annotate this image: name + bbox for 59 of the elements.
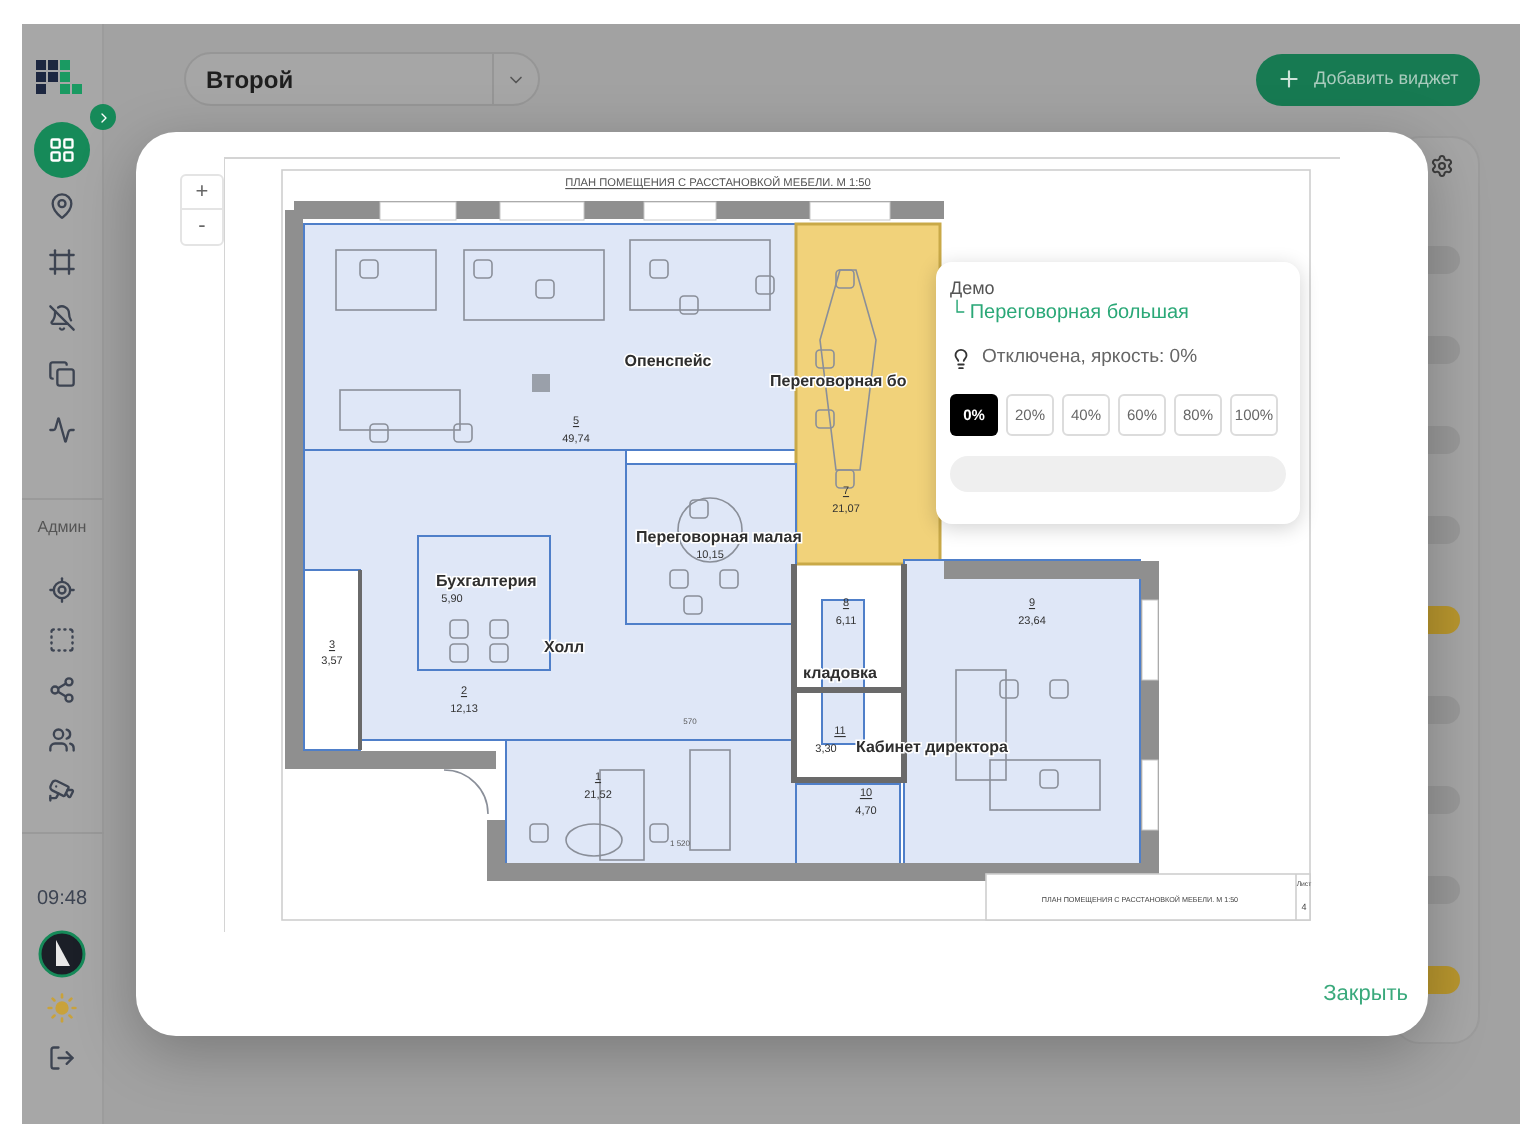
frame-icon bbox=[48, 248, 76, 276]
coffee-table bbox=[565, 823, 623, 857]
chair bbox=[815, 409, 835, 429]
chart-line-icon bbox=[48, 416, 76, 444]
chair bbox=[473, 259, 493, 279]
desk bbox=[339, 389, 461, 431]
chair bbox=[835, 269, 855, 289]
window bbox=[499, 201, 585, 221]
column bbox=[532, 374, 550, 392]
zoom-in-button[interactable]: + bbox=[182, 176, 222, 210]
window bbox=[809, 201, 891, 221]
grid-icon bbox=[48, 136, 76, 164]
status-text: Отключена, яркость: 0% bbox=[982, 344, 1198, 372]
chair bbox=[649, 823, 669, 843]
window bbox=[643, 201, 717, 221]
chair bbox=[755, 275, 775, 295]
chair bbox=[1039, 769, 1059, 789]
desk bbox=[335, 249, 437, 311]
window bbox=[379, 201, 457, 221]
desk bbox=[463, 249, 605, 321]
admin-label: Админ bbox=[37, 516, 87, 540]
settings-icon[interactable] bbox=[1430, 154, 1454, 178]
logout-icon[interactable] bbox=[48, 1044, 76, 1072]
chair bbox=[453, 423, 473, 443]
lightbulb-icon bbox=[950, 347, 972, 370]
copy-icon bbox=[48, 360, 76, 388]
desk bbox=[629, 239, 771, 311]
bell-off-icon bbox=[48, 304, 76, 332]
chair bbox=[835, 469, 855, 489]
clock-time: 09:48 bbox=[36, 886, 88, 914]
group-label: Демо bbox=[950, 276, 997, 299]
chair bbox=[369, 423, 389, 443]
plus-icon bbox=[1276, 66, 1302, 92]
desk bbox=[689, 749, 731, 851]
room-name: Опенспейс bbox=[624, 352, 712, 370]
chair bbox=[1049, 679, 1069, 699]
floor-dropdown[interactable]: Второй bbox=[184, 52, 540, 106]
map-pin-icon bbox=[48, 192, 76, 220]
window bbox=[1141, 759, 1159, 831]
door-swing bbox=[443, 769, 489, 815]
avatar-icon[interactable] bbox=[38, 930, 86, 978]
room-area[interactable] bbox=[625, 463, 797, 625]
logo-icon bbox=[36, 60, 88, 96]
hub-icon[interactable] bbox=[48, 676, 76, 704]
camera-icon[interactable] bbox=[48, 776, 76, 804]
pin-icon[interactable] bbox=[48, 576, 76, 604]
nav-item[interactable] bbox=[34, 122, 90, 178]
room-name: Бухгалтерия bbox=[436, 572, 537, 590]
zoom-out-button[interactable]: - bbox=[182, 210, 222, 244]
chair bbox=[689, 499, 709, 519]
chair bbox=[815, 349, 835, 369]
chair bbox=[359, 259, 379, 279]
chair bbox=[999, 679, 1019, 699]
window bbox=[1141, 599, 1159, 681]
users-icon[interactable] bbox=[48, 726, 76, 754]
chair bbox=[535, 279, 555, 299]
chair bbox=[529, 823, 549, 843]
expand-button[interactable] bbox=[90, 104, 116, 130]
dashed-square-icon[interactable] bbox=[48, 626, 76, 654]
